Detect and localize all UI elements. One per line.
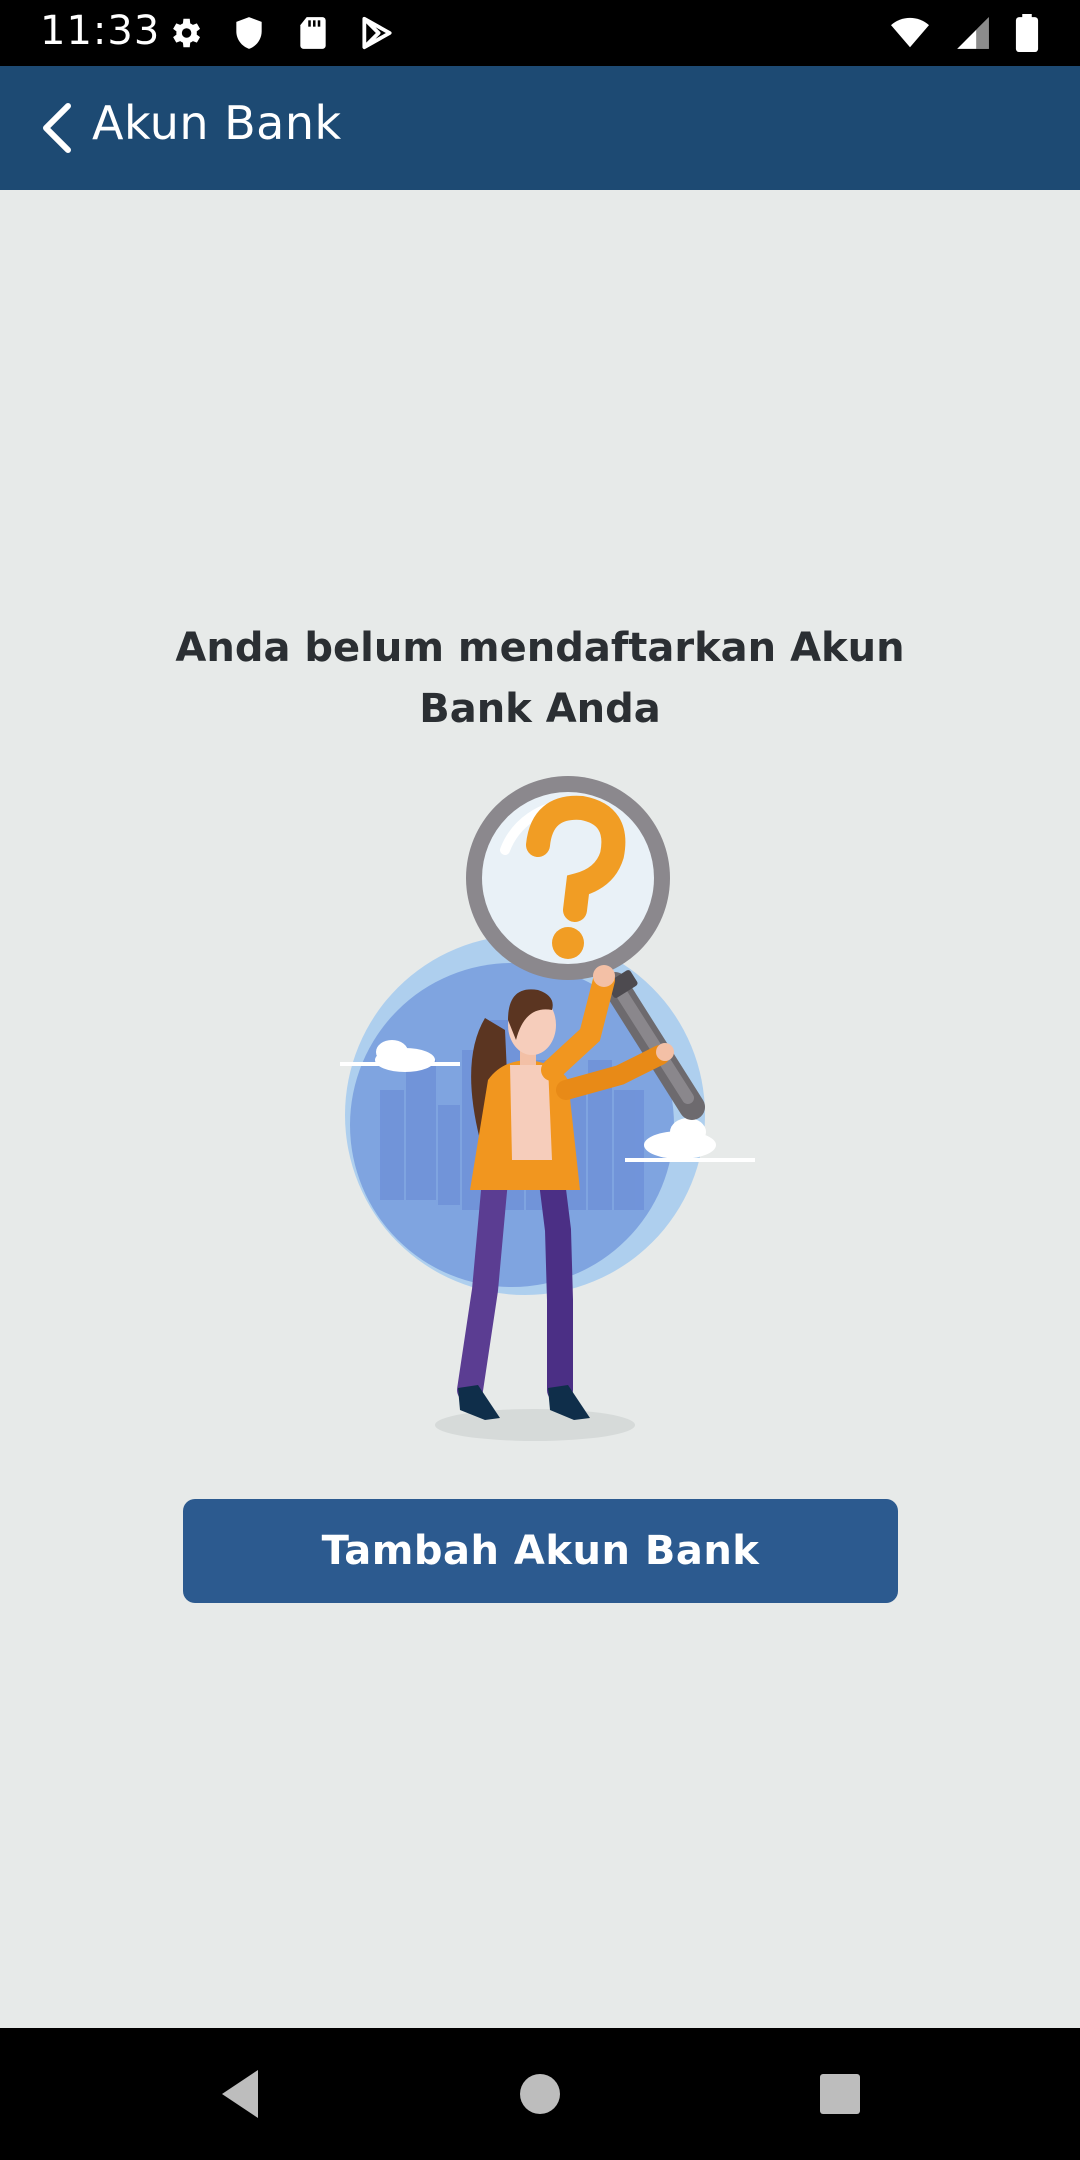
navigation-bar (0, 2028, 1080, 2160)
signal-icon (957, 17, 989, 49)
status-time: 11:33 (40, 8, 161, 54)
gear-icon (173, 18, 201, 48)
back-button[interactable] (18, 88, 98, 168)
empty-state-message: Anda belum mendaftarkan Akun Bank Anda (175, 625, 905, 732)
home-circle-icon[interactable] (510, 2064, 570, 2124)
empty-state-illustration (340, 776, 755, 1441)
play-store-icon (362, 16, 392, 50)
status-icons-right (888, 14, 1040, 52)
page-title: Akun Bank (92, 96, 342, 150)
back-triangle-icon[interactable] (210, 2064, 270, 2124)
recents-square-icon[interactable] (810, 2064, 870, 2124)
status-bar: 11:33 (0, 0, 1080, 66)
status-icons-left (166, 14, 396, 52)
battery-icon (1015, 14, 1039, 52)
wifi-icon (891, 17, 929, 48)
shield-icon (236, 17, 262, 49)
sd-card-icon (300, 17, 326, 49)
add-bank-account-button[interactable]: Tambah Akun Bank (183, 1499, 898, 1603)
chevron-left-icon (43, 103, 71, 153)
app-bar: Akun Bank (0, 66, 1080, 190)
